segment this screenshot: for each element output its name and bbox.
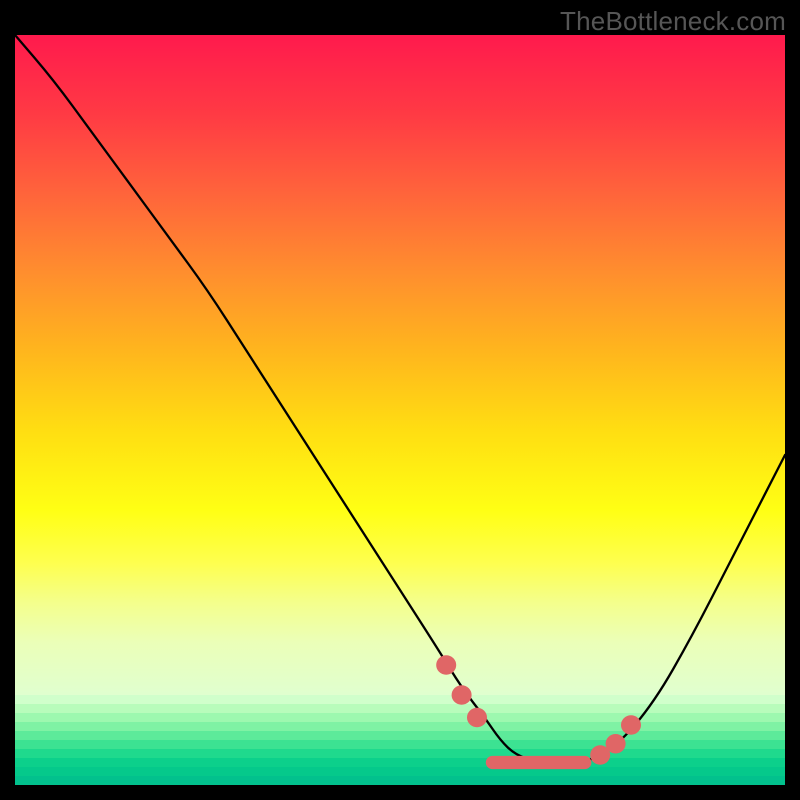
marker-right-3 (621, 715, 641, 734)
watermark-text: TheBottleneck.com (560, 6, 786, 37)
plot-area (15, 35, 785, 785)
marker-left-1 (436, 655, 456, 674)
bottleneck-curve (15, 35, 785, 765)
marker-right-2 (606, 734, 626, 753)
marker-left-3 (467, 708, 487, 727)
valley-markers (436, 655, 641, 764)
curve-layer (15, 35, 785, 785)
chart-stage: TheBottleneck.com (0, 0, 800, 800)
marker-left-2 (452, 685, 472, 704)
